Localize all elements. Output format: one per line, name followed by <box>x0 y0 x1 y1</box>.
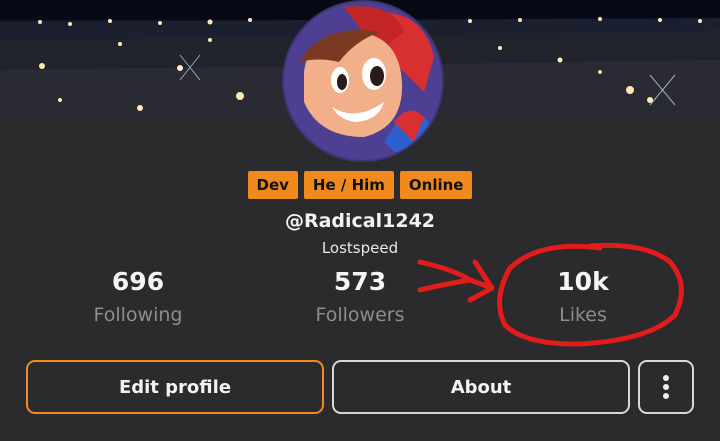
edit-profile-label: Edit profile <box>118 376 232 398</box>
about-label: About <box>450 376 512 398</box>
username: @Radical1242 <box>284 210 436 232</box>
followers-count: 573 <box>333 267 387 296</box>
stat-followers[interactable]: 573 Followers <box>270 265 450 326</box>
badge-pronouns: He / Him <box>303 171 394 199</box>
likes-count: 10k <box>557 267 609 296</box>
kebab-menu-icon <box>663 375 669 399</box>
display-name: Lostspeed <box>321 239 399 257</box>
edit-profile-button[interactable]: Edit profile <box>26 360 324 414</box>
about-button[interactable]: About <box>332 360 630 414</box>
following-count: 696 <box>111 267 165 296</box>
stat-following[interactable]: 696 Following <box>48 265 228 326</box>
more-options-button[interactable] <box>638 360 694 414</box>
stat-likes[interactable]: 10k Likes <box>493 265 673 326</box>
following-label: Following <box>93 304 183 326</box>
badge-dev: Dev <box>247 171 298 199</box>
avatar[interactable] <box>282 0 444 162</box>
badge-row: Dev He / Him Online <box>0 171 720 199</box>
badge-online: Online <box>399 171 473 199</box>
likes-label: Likes <box>559 304 607 326</box>
followers-label: Followers <box>315 304 405 326</box>
